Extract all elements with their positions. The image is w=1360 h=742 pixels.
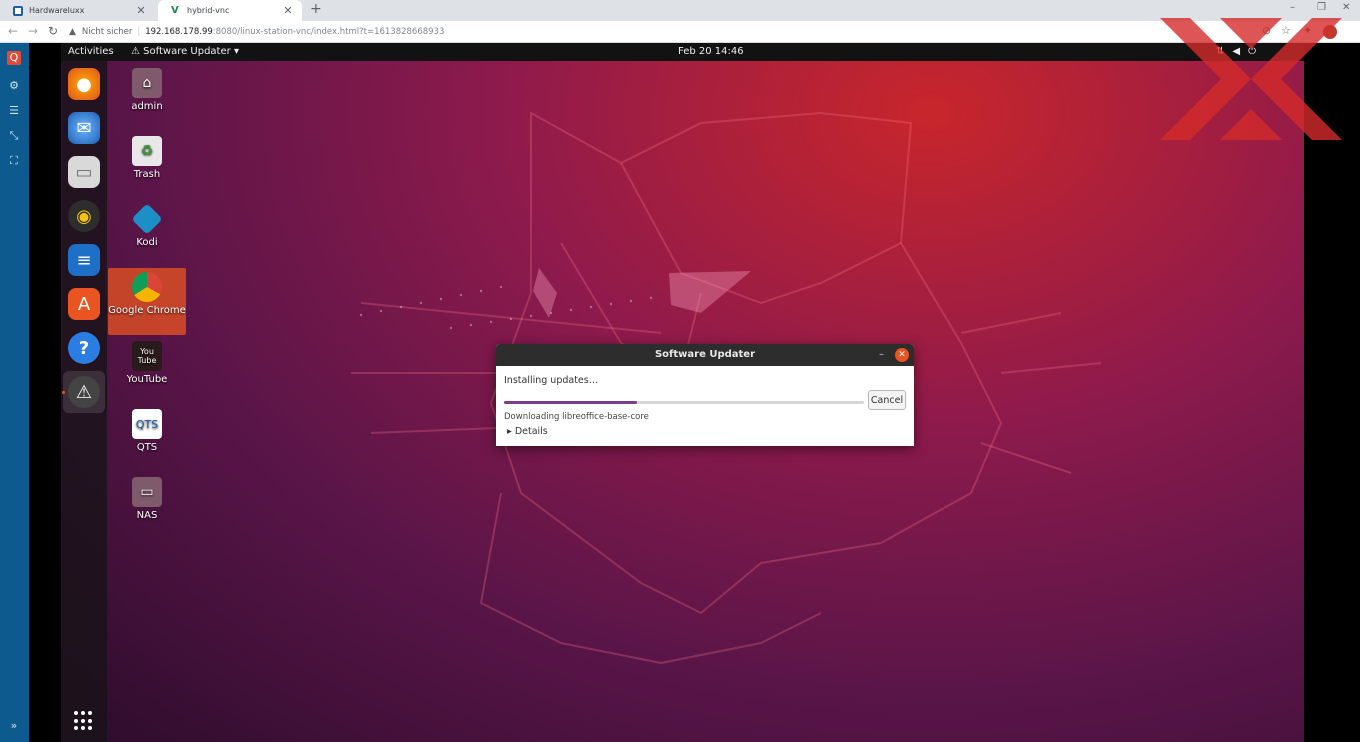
hardwareluxx-favicon-icon (13, 5, 23, 16)
desktop-icon-label: Google Chrome (108, 305, 186, 316)
tab-hardwareluxx[interactable]: Hardwareluxx ✕ (0, 0, 155, 21)
separator: | (137, 27, 141, 37)
tab-label: Hardwareluxx (29, 6, 85, 15)
kodi-icon (131, 203, 163, 235)
thunderbird-icon[interactable]: ✉ (68, 112, 100, 144)
expand-chevrons-icon[interactable]: » (7, 719, 21, 733)
hardwareluxx-watermark-logo (1160, 18, 1342, 140)
dialog-titlebar[interactable]: Software Updater – ✕ (496, 344, 914, 366)
libreoffice-writer-icon[interactable]: ≡ (68, 244, 100, 276)
desktop-icon-label: admin (131, 101, 163, 112)
software-updater-dialog: Software Updater – ✕ Installing updates…… (496, 344, 914, 446)
help-icon[interactable]: ? (68, 332, 100, 364)
tab-close-icon[interactable]: ✕ (282, 4, 294, 17)
desktop-icon-google-chrome[interactable]: Google Chrome (108, 268, 186, 335)
app-menu-label: Software Updater (143, 46, 231, 57)
address-bar[interactable]: ▲ Nicht sicher | 192.168.178.99 :8080/li… (69, 23, 1249, 41)
activities-button[interactable]: Activities (68, 46, 114, 57)
progress-fill (504, 401, 638, 404)
clock[interactable]: Feb 20 14:46 (678, 46, 744, 57)
desktop-icon-kodi[interactable]: Kodi (108, 203, 186, 248)
settings-gear-icon[interactable]: ⚙ (7, 79, 21, 93)
warning-triangle-icon: ▲ (69, 27, 76, 37)
minimize-icon[interactable]: – (879, 344, 884, 366)
home-folder-icon: ⌂ (132, 68, 162, 98)
desktop-icon-label: QTS (136, 442, 158, 453)
qts-icon: QTS (132, 409, 162, 439)
gnome-top-bar: Activities ⚠ Software Updater ▾ Feb 20 1… (61, 43, 1304, 61)
software-updater-icon: ⚠ (131, 46, 140, 57)
firefox-icon[interactable]: ● (68, 68, 100, 100)
vnc-sidebar: Q ⚙ ☰ ⤡ ⛶ » (0, 43, 29, 742)
window-minimize-button[interactable]: – (1290, 2, 1295, 13)
security-label: Nicht sicher (81, 27, 133, 37)
cancel-button[interactable]: Cancel (868, 390, 906, 410)
ubuntu-dock: ● ✉ ▭ ◉ ≡ A ? ⚠ (61, 61, 107, 742)
back-arrow-icon[interactable]: ← (8, 24, 18, 38)
disclosure-triangle-icon: ▸ (507, 426, 512, 437)
qnap-logo-icon[interactable]: Q (7, 51, 21, 65)
forward-arrow-icon[interactable]: → (28, 24, 38, 38)
tab-hybrid-vnc[interactable]: V hybrid-vnc ✕ (158, 0, 302, 21)
trash-icon: ♻ (132, 136, 162, 166)
progress-bar (504, 401, 864, 404)
fullscreen-icon[interactable]: ⛶ (7, 154, 21, 168)
rhythmbox-icon[interactable]: ◉ (68, 200, 100, 232)
software-updater-dock-icon[interactable]: ⚠ (68, 376, 100, 408)
desktop-icon-nas[interactable]: ▭ NAS (108, 477, 186, 521)
details-expander[interactable]: ▸ Details (507, 426, 548, 437)
running-indicator (62, 391, 65, 394)
new-tab-button[interactable]: + (310, 1, 322, 17)
nas-folder-icon: ▭ (132, 477, 162, 507)
details-label: Details (514, 426, 548, 437)
desktop-icon-qts[interactable]: QTS QTS (108, 409, 186, 453)
install-status: Installing updates… (504, 375, 599, 386)
youtube-icon: You Tube (132, 341, 162, 371)
scale-arrows-icon[interactable]: ⤡ (7, 129, 21, 143)
reload-icon[interactable]: ↻ (48, 24, 58, 38)
dialog-title: Software Updater (654, 349, 756, 360)
desktop-icon-label: Trash (133, 169, 161, 180)
desktop-icon-label: NAS (136, 510, 158, 521)
chrome-icon (132, 272, 162, 302)
app-menu[interactable]: ⚠ Software Updater ▾ (131, 46, 239, 57)
tab-close-icon[interactable]: ✕ (135, 4, 147, 17)
window-close-button[interactable]: ✕ (1342, 2, 1350, 13)
desktop-icon-admin[interactable]: ⌂ admin (108, 68, 186, 112)
browser-toolbar: ← → ↻ ▲ Nicht sicher | 192.168.178.99 :8… (0, 21, 1360, 43)
desktop-icon-label: YouTube (126, 374, 168, 385)
sliders-icon[interactable]: ☰ (7, 104, 21, 118)
files-icon[interactable]: ▭ (68, 156, 100, 188)
cancel-label: Cancel (870, 394, 904, 406)
desktop-icon-trash[interactable]: ♻ Trash (108, 136, 186, 180)
download-status: Downloading libreoffice-base-core (504, 412, 649, 422)
url-path: :8080/linux-station-vnc/index.html?t=161… (212, 27, 445, 37)
close-icon[interactable]: ✕ (895, 348, 909, 362)
ubuntu-software-icon[interactable]: A (68, 288, 100, 320)
chevron-down-icon: ▾ (233, 46, 239, 57)
tab-label: hybrid-vnc (187, 6, 230, 15)
show-applications-icon[interactable] (74, 711, 94, 731)
desktop-icon-label: Kodi (136, 237, 158, 248)
desktop-icon-youtube[interactable]: You Tube YouTube (108, 341, 186, 385)
url-host: 192.168.178.99 (145, 27, 213, 37)
window-maximize-button[interactable]: ❐ (1317, 2, 1326, 13)
vnc-favicon-icon: V (171, 4, 179, 16)
browser-tab-strip: Hardwareluxx ✕ V hybrid-vnc ✕ + – ❐ ✕ (0, 0, 1360, 21)
